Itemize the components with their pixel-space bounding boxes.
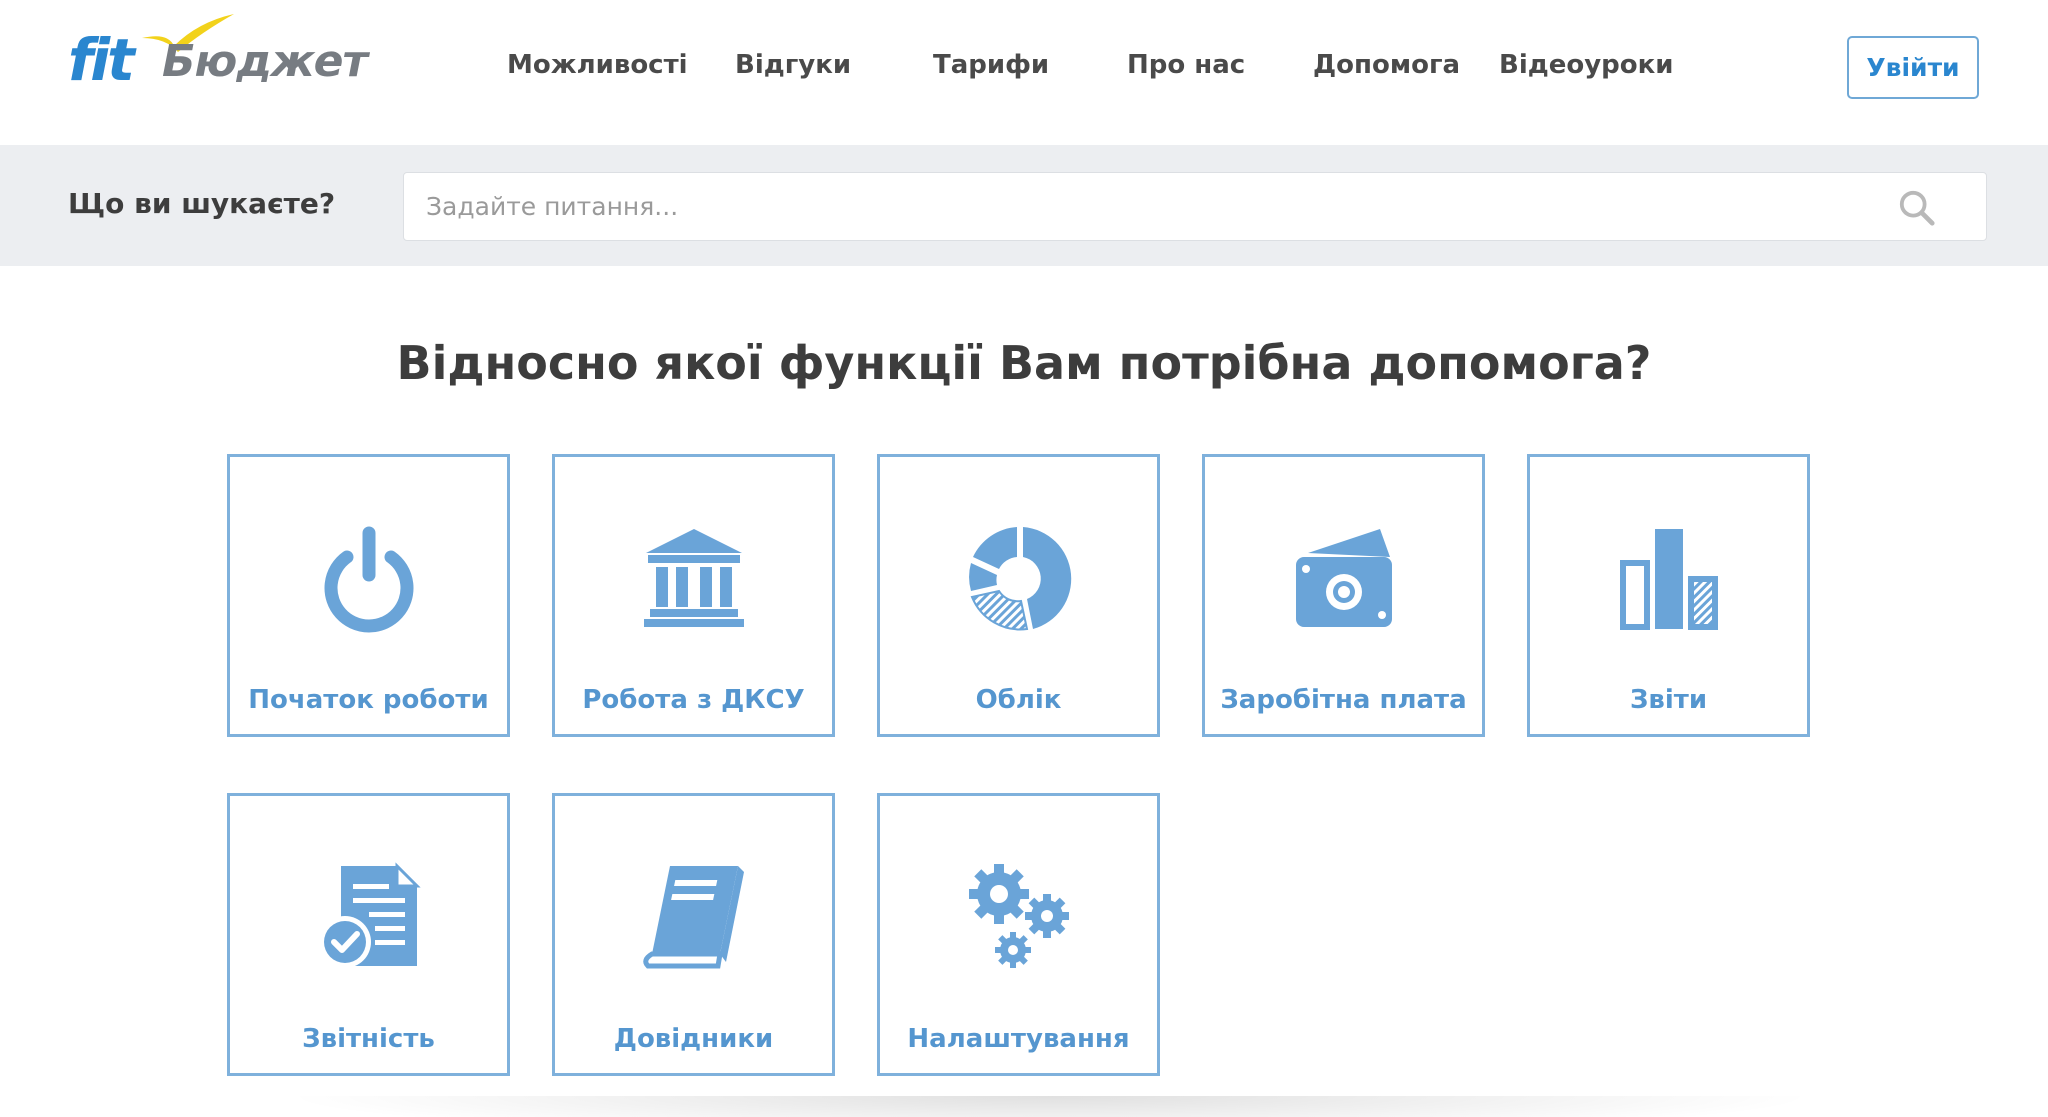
nav-item-help[interactable]: Допомога	[1313, 50, 1460, 80]
header: fit Бюджет Можливості Відгуки Тарифи Про…	[0, 0, 2048, 145]
logo[interactable]: fit Бюджет	[66, 12, 368, 94]
tile-label: Облік	[975, 685, 1062, 715]
tile-label: Звітність	[302, 1024, 435, 1054]
tile-salary[interactable]: Заробітна плата	[1202, 454, 1485, 737]
nav-item-reviews[interactable]: Відгуки	[735, 50, 851, 80]
bottom-shadow	[280, 1096, 1820, 1117]
nav-item-pricing[interactable]: Тарифи	[933, 50, 1049, 80]
tile-label: Робота з ДКСУ	[582, 685, 805, 715]
bar-chart-icon	[1619, 529, 1718, 630]
pie-chart-icon	[968, 527, 1071, 631]
logo-brand: fit	[68, 26, 135, 94]
tile-label: Початок роботи	[248, 685, 489, 715]
search-icon[interactable]	[1898, 189, 1936, 227]
tile-reports[interactable]: Звіти	[1527, 454, 1810, 737]
search-label: Що ви шукаєте?	[68, 187, 336, 220]
tile-label: Довідники	[613, 1024, 774, 1054]
page-title: Відносно якої функції Вам потрібна допом…	[396, 336, 1652, 390]
login-button[interactable]: Увійти	[1847, 36, 1979, 99]
nav-item-about[interactable]: Про нас	[1127, 50, 1245, 80]
tile-reporting[interactable]: Звітність	[227, 793, 510, 1076]
nav-item-video-lessons[interactable]: Відеоуроки	[1499, 50, 1674, 80]
money-icon	[1295, 529, 1392, 627]
document-check-icon	[318, 862, 421, 968]
gears-icon	[968, 864, 1069, 968]
tile-references[interactable]: Довідники	[552, 793, 835, 1076]
nav-item-features[interactable]: Можливості	[507, 50, 688, 80]
tile-accounting[interactable]: Облік	[877, 454, 1160, 737]
search-band: Що ви шукаєте?	[0, 145, 2048, 266]
power-icon	[324, 526, 413, 633]
tile-settings[interactable]: Налаштування	[877, 793, 1160, 1076]
bank-icon	[643, 529, 744, 627]
tile-getting-started[interactable]: Початок роботи	[227, 454, 510, 737]
tile-dksu[interactable]: Робота з ДКСУ	[552, 454, 835, 737]
tile-label: Заробітна плата	[1220, 685, 1467, 715]
search-input[interactable]	[426, 173, 1886, 240]
tile-label: Звіти	[1629, 685, 1708, 715]
logo-name: Бюджет	[162, 36, 368, 87]
tile-label: Налаштування	[907, 1024, 1130, 1054]
book-icon	[642, 866, 744, 969]
search-box	[403, 172, 1987, 241]
